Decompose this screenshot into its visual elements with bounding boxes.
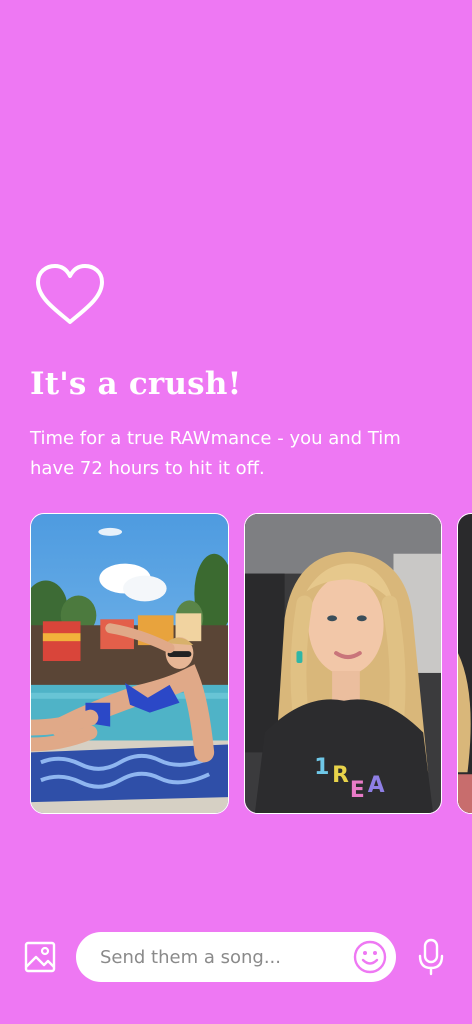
page-title: It's a crush! bbox=[30, 366, 242, 402]
match-description: Time for a true RAWmance - you and Tim h… bbox=[30, 428, 401, 479]
heart-icon bbox=[36, 264, 104, 324]
photo-card-poolside[interactable] bbox=[30, 513, 229, 814]
photo-partial-image bbox=[458, 514, 472, 813]
crush-match-screen: It's a crush! Time for a true RAWmance -… bbox=[0, 0, 472, 1024]
photo-poolside-image bbox=[31, 514, 228, 813]
message-input-container bbox=[76, 932, 396, 982]
message-composer bbox=[0, 928, 472, 986]
svg-text:R: R bbox=[332, 763, 349, 788]
photo-selfie-image: 1 R E A bbox=[245, 514, 441, 813]
svg-text:A: A bbox=[368, 773, 385, 798]
microphone-icon[interactable] bbox=[417, 938, 445, 976]
svg-text:1: 1 bbox=[314, 755, 329, 780]
photo-carousel[interactable]: 1 R E A bbox=[30, 513, 472, 816]
photo-card-selfie[interactable]: 1 R E A bbox=[244, 513, 442, 814]
send-song-input[interactable] bbox=[100, 932, 350, 982]
svg-text:E: E bbox=[350, 778, 365, 803]
photo-card-partial[interactable] bbox=[457, 513, 472, 814]
smiley-icon[interactable] bbox=[353, 940, 387, 974]
image-icon[interactable] bbox=[24, 941, 56, 973]
